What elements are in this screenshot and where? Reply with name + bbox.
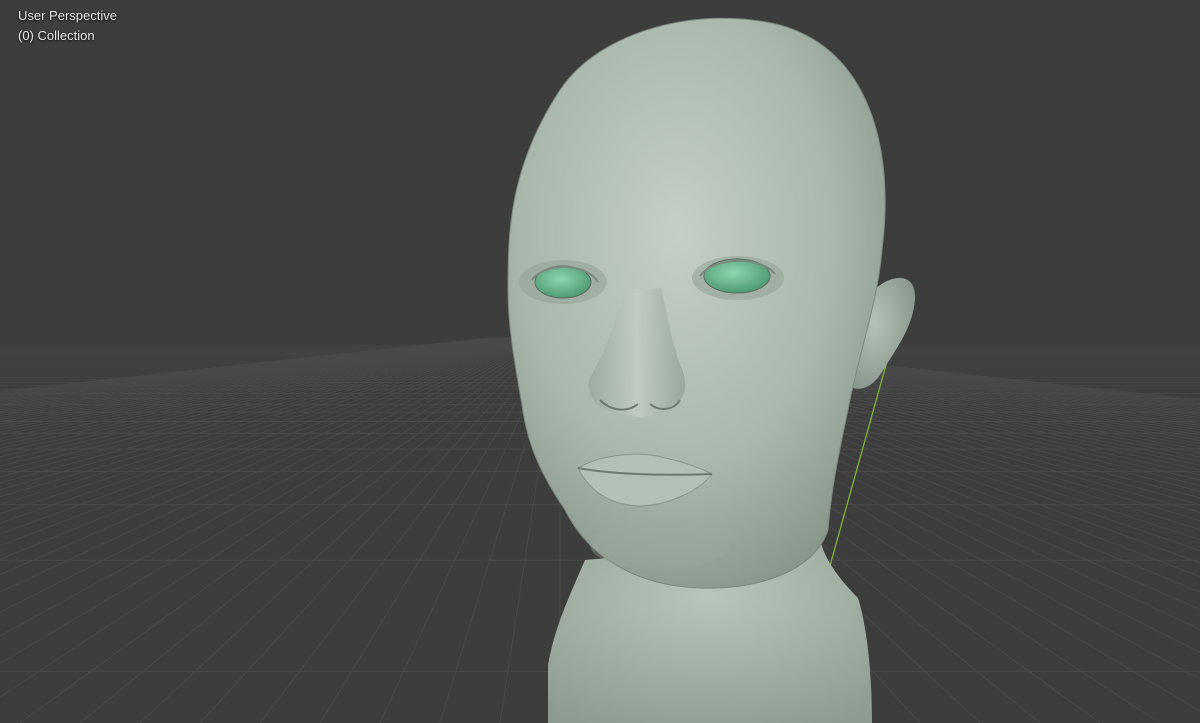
view-name-label: User Perspective [18,8,117,23]
grid-line [199,337,554,723]
3d-viewport[interactable]: User Perspective (0) Collection [0,0,1200,723]
grid-line [0,337,491,394]
head-mesh[interactable] [507,17,916,723]
viewport-canvas[interactable] [0,0,1200,723]
collection-label: (0) Collection [18,28,95,43]
grid-line [0,337,492,395]
grid-line [0,337,490,393]
grid-line [0,337,489,392]
